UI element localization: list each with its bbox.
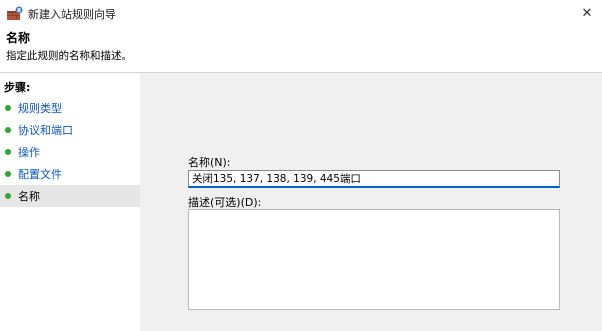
step-label: 名称 [18, 190, 40, 203]
description-field-label: 描述(可选)(D): [188, 196, 262, 209]
steps-sidebar: 步骤: 规则类型 协议和端口 操作 配置文件 名称 [0, 73, 140, 331]
window-title: 新建入站规则向导 [28, 8, 116, 21]
step-status-dot-icon [5, 193, 11, 199]
page-description: 指定此规则的名称和描述。 [6, 50, 132, 62]
step-status-dot-icon [5, 127, 11, 133]
step-status-dot-icon [5, 105, 11, 111]
step-protocol-and-ports[interactable]: 协议和端口 [0, 119, 140, 141]
description-textarea[interactable] [188, 209, 560, 310]
step-label: 操作 [18, 146, 40, 159]
step-status-dot-icon [5, 149, 11, 155]
step-rule-type[interactable]: 规则类型 [0, 97, 140, 119]
title-bar: 新建入站规则向导 ✕ [0, 0, 602, 26]
step-label: 协议和端口 [18, 124, 73, 137]
steps-heading: 步骤: [4, 81, 31, 94]
step-action[interactable]: 操作 [0, 141, 140, 163]
step-profile[interactable]: 配置文件 [0, 163, 140, 185]
firewall-app-icon [7, 6, 23, 20]
step-name[interactable]: 名称 [0, 185, 140, 207]
step-status-dot-icon [5, 171, 11, 177]
close-button[interactable]: ✕ [572, 0, 602, 26]
wizard-header: 名称 指定此规则的名称和描述。 [0, 26, 602, 72]
step-label: 配置文件 [18, 168, 62, 181]
name-input[interactable] [188, 170, 560, 188]
page-title: 名称 [6, 31, 31, 45]
wizard-content: 名称(N): 描述(可选)(D): [140, 73, 602, 331]
step-label: 规则类型 [18, 102, 62, 115]
close-icon: ✕ [581, 5, 593, 21]
name-field-label: 名称(N): [188, 156, 231, 169]
